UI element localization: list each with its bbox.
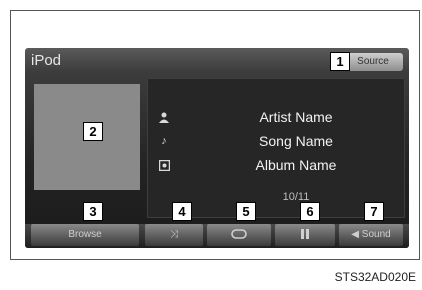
sound-label: Sound (361, 229, 391, 240)
callout-6: 6 (300, 202, 320, 221)
callout-5: 5 (236, 202, 256, 221)
sound-button[interactable]: ◀ Sound (339, 224, 403, 246)
shuffle-icon: ⤨ (170, 229, 178, 240)
song-row: ♪ Song Name (148, 131, 404, 151)
track-info-panel: Artist Name ♪ Song Name Album Name 10/11 (147, 78, 405, 218)
browse-button[interactable]: Browse (31, 224, 139, 246)
callout-7: 7 (364, 202, 384, 221)
callout-3: 3 (83, 202, 103, 221)
screen-title: iPod (31, 52, 62, 69)
figure-id: STS32AD020E (334, 270, 416, 284)
song-name: Song Name (259, 133, 333, 149)
repeat-icon (231, 229, 247, 240)
shuffle-button[interactable]: ⤨ (145, 224, 203, 246)
speaker-icon: ◀ (351, 229, 359, 240)
album-name: Album Name (255, 157, 337, 173)
callout-4: 4 (172, 202, 192, 221)
pause-icon (301, 229, 309, 240)
artist-name: Artist Name (259, 109, 333, 125)
repeat-button[interactable] (207, 224, 271, 246)
pause-button[interactable] (275, 224, 335, 246)
callout-2: 2 (83, 122, 103, 141)
artist-row: Artist Name (148, 107, 404, 127)
person-icon (158, 111, 170, 123)
album-row: Album Name (148, 155, 404, 175)
source-button[interactable]: Source (343, 53, 403, 71)
callout-1: 1 (330, 52, 350, 71)
album-icon (158, 159, 170, 171)
music-note-icon: ♪ (161, 135, 167, 147)
